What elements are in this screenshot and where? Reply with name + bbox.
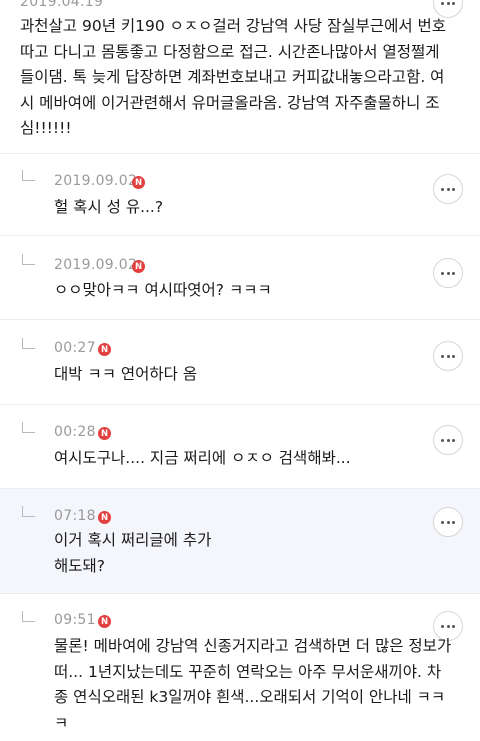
- new-badge-icon: N: [98, 511, 111, 524]
- new-badge-icon: N: [132, 260, 145, 273]
- comment-text: ㅇㅇ맞아ㅋㅋ 여시따엿어? ㅋㅋㅋ: [54, 281, 272, 299]
- comment-item: 09:51 N 물론! 메바여에 강남역 신종거지라고 검색하면 더 많은 정보…: [0, 593, 480, 741]
- reply-arrow-icon: [22, 254, 35, 265]
- reply-arrow-icon: [22, 422, 35, 433]
- comment-date: 2019.09.02: [54, 173, 138, 189]
- comment-date: 09:51: [54, 612, 96, 628]
- new-badge-icon: N: [98, 427, 111, 440]
- comment-item-highlighted: 07:18 N 이거 혹시 쩌리글에 추가해도돼?: [0, 488, 480, 593]
- comment-item: 00:28 N 여시도구나.... 지금 쩌리에 ㅇㅈㅇ 검색해봐...: [0, 404, 480, 488]
- new-badge-icon: N: [98, 615, 111, 628]
- original-post: 2019.04.19 과천살고 90년 키190 ㅇㅈㅇ걸러 강남역 사당 잠실…: [0, 0, 480, 152]
- reply-arrow-icon: [22, 506, 35, 517]
- more-options-icon: [441, 187, 444, 191]
- comment-text: 대박 ㅋㅋ 연어하다 옴: [54, 365, 198, 383]
- comment-item: 2019.09.02 N ㅇㅇ맞아ㅋㅋ 여시따엿어? ㅋㅋㅋ: [0, 235, 480, 318]
- comment-text: 이거 혹시 쩌리글에 추가해도돼?: [54, 531, 212, 575]
- comment-date: 00:28: [54, 424, 96, 440]
- comment-more-options-button[interactable]: [433, 507, 463, 537]
- more-options-icon: [441, 1, 444, 5]
- reply-arrow-icon: [22, 611, 35, 622]
- more-options-icon: [441, 438, 444, 442]
- new-badge-icon: N: [98, 343, 111, 356]
- comment-text: 물론! 메바여에 강남역 신종거지라고 검색하면 더 많은 정보가 떠... 1…: [54, 637, 452, 732]
- comment-date: 00:27: [54, 340, 96, 356]
- reply-arrow-icon: [22, 338, 35, 349]
- post-date: 2019.04.19: [20, 0, 104, 10]
- more-options-icon: [441, 520, 444, 524]
- comment-text: 여시도구나.... 지금 쩌리에 ㅇㅈㅇ 검색해봐...: [54, 449, 351, 467]
- more-options-icon: [441, 271, 444, 275]
- post-body-text: 과천살고 90년 키190 ㅇㅈㅇ걸러 강남역 사당 잠실부근에서 번호따고 다…: [20, 17, 447, 137]
- comment-item: 2019.09.02 N 헐 혹시 성 유...?: [0, 153, 480, 234]
- comment-text: 헐 혹시 성 유...?: [54, 198, 164, 216]
- reply-arrow-icon: [22, 170, 35, 181]
- new-badge-icon: N: [132, 176, 145, 189]
- comment-date: 07:18: [54, 508, 96, 524]
- comment-date: 2019.09.02: [54, 257, 138, 273]
- comment-item: 00:27 N 대박 ㅋㅋ 연어하다 옴: [0, 319, 480, 403]
- more-options-icon: [441, 354, 444, 358]
- more-options-icon: [441, 624, 444, 628]
